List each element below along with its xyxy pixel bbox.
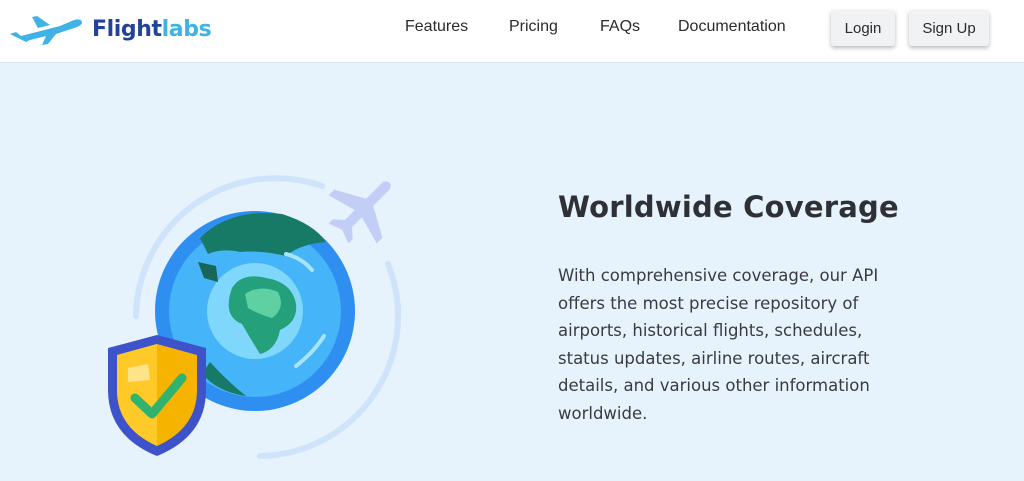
hero-illustration (100, 166, 410, 466)
section-title: Worldwide Coverage (558, 190, 899, 224)
brand-logo[interactable]: Flightlabs (8, 12, 212, 46)
airplane-logo-icon (10, 16, 82, 45)
nav-link-pricing[interactable]: Pricing (509, 18, 558, 36)
shield-check-icon (108, 335, 206, 456)
section-description: With comprehensive coverage, our API off… (558, 266, 879, 423)
navbar: Flightlabs Features Pricing FAQs Documen… (0, 0, 1024, 63)
brand-name: Flightlabs (92, 16, 212, 42)
nav-link-documentation[interactable]: Documentation (678, 18, 786, 36)
nav-link-features[interactable]: Features (405, 18, 468, 36)
login-button[interactable]: Login (831, 10, 895, 46)
signup-button[interactable]: Sign Up (909, 10, 989, 46)
nav-link-faqs[interactable]: FAQs (600, 18, 640, 36)
